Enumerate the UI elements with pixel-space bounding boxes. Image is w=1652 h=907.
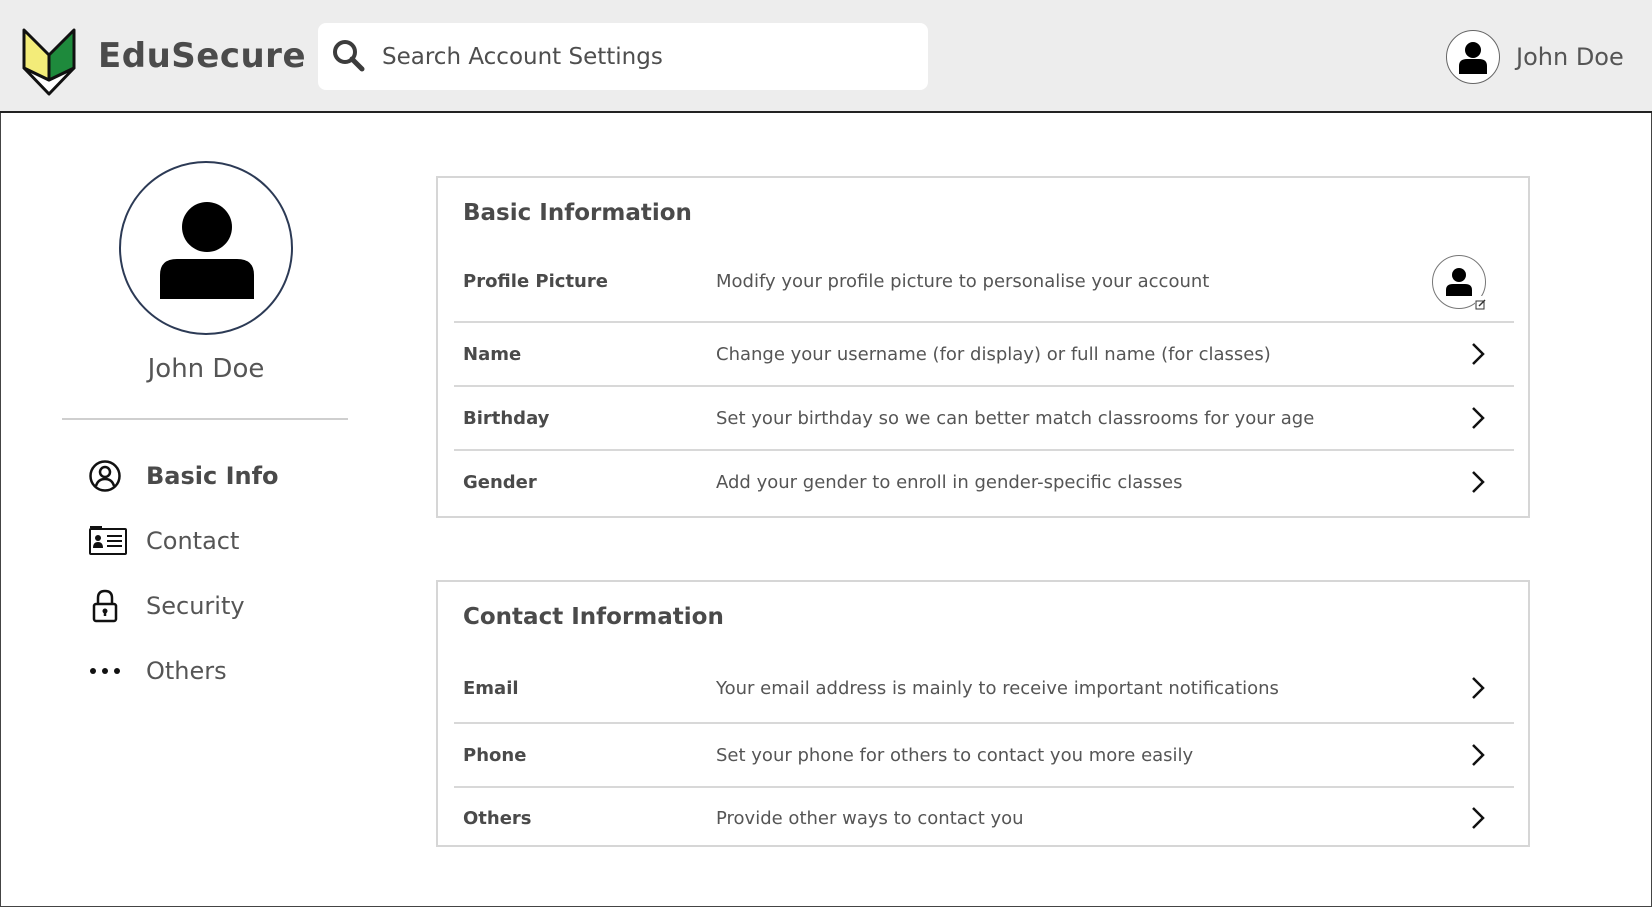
profile-picture-thumbnail[interactable]	[1432, 255, 1487, 310]
sidebar-item-label: Others	[146, 657, 227, 685]
row-birthday[interactable]: Birthday Set your birthday so we can bet…	[454, 387, 1514, 449]
chevron-right-icon[interactable]	[1466, 676, 1490, 700]
sidebar-item-label: Security	[146, 592, 245, 620]
row-description: Provide other ways to contact you	[716, 807, 1024, 829]
row-label: Email	[463, 677, 519, 699]
row-name[interactable]: Name Change your username (for display) …	[454, 323, 1514, 385]
chevron-right-icon[interactable]	[1466, 806, 1490, 830]
search-icon	[332, 39, 366, 73]
row-label: Gender	[463, 471, 537, 493]
sidebar-item-contact[interactable]: Contact	[88, 521, 348, 561]
user-silhouette-icon	[1459, 42, 1487, 74]
top-header: EduSecure John Doe	[0, 0, 1652, 113]
row-label: Name	[463, 343, 522, 365]
chevron-right-icon[interactable]	[1466, 743, 1490, 767]
chevron-right-icon[interactable]	[1466, 406, 1490, 430]
row-description: Set your birthday so we can better match…	[716, 407, 1315, 429]
sidebar-item-label: Basic Info	[146, 462, 279, 490]
sidebar-nav: Basic Info Contact Security Others	[88, 456, 348, 716]
row-others[interactable]: Others Provide other ways to contact you	[454, 787, 1514, 849]
id-card-icon	[88, 521, 134, 561]
sidebar-item-others[interactable]: Others	[88, 651, 348, 691]
avatar[interactable]	[1446, 30, 1500, 84]
row-description: Set your phone for others to contact you…	[716, 744, 1194, 766]
row-description: Your email address is mainly to receive …	[716, 677, 1279, 699]
sidebar-item-basic-info[interactable]: Basic Info	[88, 456, 348, 496]
profile-name: John Doe	[147, 354, 265, 384]
profile-avatar[interactable]	[119, 161, 293, 335]
chevron-right-icon[interactable]	[1466, 342, 1490, 366]
row-phone[interactable]: Phone Set your phone for others to conta…	[454, 724, 1514, 786]
contact-information-card: Contact Information Email Your email add…	[436, 580, 1530, 847]
sidebar-item-label: Contact	[146, 527, 240, 555]
card-title: Basic Information	[463, 200, 692, 226]
sidebar-divider	[62, 418, 348, 420]
brand-name: EduSecure	[98, 36, 307, 76]
card-title: Contact Information	[463, 604, 724, 630]
search-bar[interactable]	[318, 23, 928, 90]
edit-icon[interactable]	[1475, 296, 1487, 310]
more-dots-icon	[88, 651, 134, 691]
user-silhouette-icon	[160, 202, 254, 299]
user-silhouette-icon	[1446, 268, 1472, 296]
chevron-right-icon[interactable]	[1466, 470, 1490, 494]
row-description: Modify your profile picture to personali…	[716, 270, 1210, 292]
row-label: Others	[463, 807, 532, 829]
row-label: Phone	[463, 744, 527, 766]
row-description: Change your username (for display) or fu…	[716, 343, 1271, 365]
search-input[interactable]	[382, 23, 912, 90]
account-menu[interactable]: John Doe	[1446, 30, 1624, 84]
row-label: Birthday	[463, 407, 550, 429]
user-circle-icon	[88, 456, 134, 496]
row-profile-picture[interactable]: Profile Picture Modify your profile pict…	[454, 250, 1514, 312]
row-label: Profile Picture	[463, 270, 608, 292]
edusecure-logo-icon[interactable]	[18, 24, 80, 96]
sidebar-item-security[interactable]: Security	[88, 586, 348, 626]
basic-information-card: Basic Information Profile Picture Modify…	[436, 176, 1530, 518]
row-description: Add your gender to enroll in gender-spec…	[716, 471, 1183, 493]
row-email[interactable]: Email Your email address is mainly to re…	[454, 657, 1514, 719]
header-user-name: John Doe	[1516, 43, 1624, 71]
lock-icon	[88, 586, 134, 626]
row-gender[interactable]: Gender Add your gender to enroll in gend…	[454, 451, 1514, 513]
